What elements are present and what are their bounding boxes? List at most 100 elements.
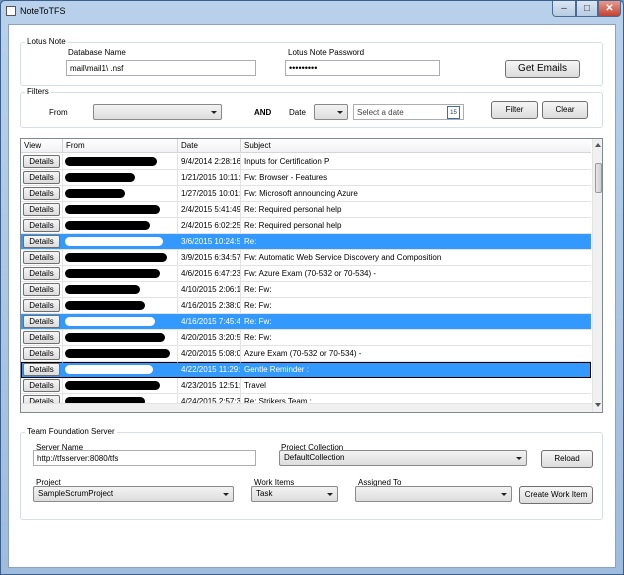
- details-button[interactable]: Details: [23, 219, 60, 232]
- scrollbar-thumb[interactable]: [595, 163, 602, 193]
- details-button[interactable]: Details: [23, 187, 60, 200]
- email-grid[interactable]: View From Date Subject Details 9/4/2014 2…: [20, 138, 603, 413]
- chevron-down-icon: [337, 111, 343, 114]
- details-button[interactable]: Details: [23, 251, 60, 264]
- project-collection-select[interactable]: DefaultCollection: [279, 450, 527, 466]
- table-row[interactable]: Details 4/16/2015 7:45:46 Re: Fw:: [21, 314, 591, 330]
- details-button[interactable]: Details: [23, 235, 60, 248]
- details-button[interactable]: Details: [23, 347, 60, 360]
- vertical-scrollbar[interactable]: [592, 139, 602, 412]
- redacted-sender: [65, 205, 160, 214]
- redacted-subject: [281, 238, 361, 245]
- details-button[interactable]: Details: [23, 155, 60, 168]
- title-bar[interactable]: NoteToTFS – □ ✕: [1, 1, 623, 23]
- filter-button[interactable]: Filter: [491, 101, 538, 119]
- table-row[interactable]: Details 4/22/2015 11:29:3 Gentle Reminder …: [21, 362, 591, 378]
- date-cell: 1/27/2015 10:01:4: [178, 186, 241, 201]
- table-row[interactable]: Details 4/20/2015 3:20:50 Re: Fw:: [21, 330, 591, 346]
- date-cell: 2/4/2015 5:41:49: [178, 202, 241, 217]
- redacted-sender: [65, 157, 157, 166]
- create-work-item-button[interactable]: Create Work Item: [519, 486, 593, 504]
- table-row[interactable]: Details 4/16/2015 2:38:03 Re: Fw:: [21, 298, 591, 314]
- scroll-down-icon[interactable]: [595, 403, 601, 407]
- chevron-down-icon: [516, 457, 522, 460]
- database-name-input[interactable]: mail\mail1\ .nsf: [66, 60, 256, 76]
- redacted-sender: [65, 301, 145, 310]
- subject-text: Fw: Microsoft announcing Azure: [244, 189, 358, 198]
- subject-cell: Fw: Automatic Web Service Discovery and …: [241, 250, 591, 265]
- assigned-to-select[interactable]: [355, 486, 512, 502]
- subject-cell: Fw: Microsoft announcing Azure: [241, 186, 591, 201]
- details-button[interactable]: Details: [23, 171, 60, 184]
- details-button[interactable]: Details: [23, 331, 60, 344]
- window-title: NoteToTFS: [20, 6, 66, 16]
- table-row[interactable]: Details 1/21/2015 10:11:2 Fw: Browser - Fe…: [21, 170, 591, 186]
- clear-button[interactable]: Clear: [542, 101, 588, 119]
- project-select[interactable]: SampleScrumProject: [33, 486, 234, 502]
- subject-text: Re: Required personal help: [244, 205, 342, 214]
- subject-cell: Inputs for Certification P: [241, 154, 591, 169]
- redacted-sender: [65, 237, 163, 246]
- table-row[interactable]: Details 4/10/2015 2:06:14 Re: Fw:: [21, 282, 591, 298]
- close-button[interactable]: ✕: [598, 1, 621, 17]
- details-button[interactable]: Details: [23, 315, 60, 328]
- table-row[interactable]: Details 3/9/2015 6:34:57 Fw: Automatic Web…: [21, 250, 591, 266]
- subject-text: Re: Fw:: [244, 285, 272, 294]
- subject-text: Re: Fw:: [244, 317, 272, 326]
- column-header-date[interactable]: Date: [178, 139, 241, 153]
- view-cell: Details: [21, 266, 63, 281]
- redacted-sender: [65, 173, 135, 182]
- redacted-subject: [301, 302, 371, 309]
- from-cell: [63, 186, 178, 201]
- view-cell: Details: [21, 282, 63, 297]
- scroll-up-icon[interactable]: [595, 143, 601, 147]
- table-row[interactable]: Details 2/4/2015 6:02:25 Re: Required pers…: [21, 218, 591, 234]
- table-row[interactable]: Details 1/27/2015 10:01:4 Fw: Microsoft an…: [21, 186, 591, 202]
- table-row[interactable]: Details 3/6/2015 10:24:54 Re:: [21, 234, 591, 250]
- minimize-button[interactable]: –: [552, 1, 576, 17]
- work-items-select[interactable]: Task: [251, 486, 338, 502]
- from-filter-select[interactable]: [93, 104, 222, 120]
- table-row[interactable]: Details 4/20/2015 5:08:05 Azure Exam (70-5…: [21, 346, 591, 362]
- subject-text: Re: Fw:: [244, 301, 272, 310]
- subject-text: Re: Required personal help: [244, 221, 342, 230]
- table-row[interactable]: Details 9/4/2014 2:28:16 Inputs for Certif…: [21, 154, 591, 170]
- details-button[interactable]: Details: [23, 299, 60, 312]
- view-cell: Details: [21, 186, 63, 201]
- table-row[interactable]: Details 2/4/2015 5:41:49 Re: Required pers…: [21, 202, 591, 218]
- from-cell: [63, 346, 178, 361]
- details-button[interactable]: Details: [23, 379, 60, 392]
- subject-cell: Travel: [241, 378, 591, 393]
- date-operator-select[interactable]: [314, 104, 348, 120]
- redacted-sender: [65, 285, 140, 294]
- details-button[interactable]: Details: [23, 203, 60, 216]
- redacted-sender: [65, 253, 167, 262]
- column-header-subject[interactable]: Subject: [241, 139, 591, 153]
- database-name-label: Database Name: [68, 48, 126, 57]
- and-label: AND: [254, 108, 272, 117]
- maximize-button[interactable]: □: [576, 1, 598, 17]
- redacted-sender: [65, 381, 160, 390]
- get-emails-button[interactable]: Get Emails: [505, 60, 580, 78]
- details-button[interactable]: Details: [23, 283, 60, 296]
- table-row[interactable]: Details 4/23/2015 12:51:0 Travel: [21, 378, 591, 394]
- client-area: Lotus Note Database Name mail\mail1\ .ns…: [8, 24, 616, 568]
- column-header-view[interactable]: View: [21, 139, 63, 153]
- from-cell: [63, 170, 178, 185]
- details-button[interactable]: Details: [23, 363, 60, 376]
- reload-button[interactable]: Reload: [541, 450, 593, 468]
- column-header-from[interactable]: From: [63, 139, 178, 153]
- subject-cell: Re: Required personal help: [241, 218, 591, 233]
- calendar-icon[interactable]: 15: [447, 106, 460, 119]
- redacted-sender: [65, 333, 165, 342]
- project-value: SampleScrumProject: [38, 489, 114, 498]
- lotus-password-input[interactable]: •••••••••: [285, 60, 440, 76]
- view-cell: Details: [21, 154, 63, 169]
- horizontal-scrollbar[interactable]: [21, 403, 592, 412]
- details-button[interactable]: Details: [23, 267, 60, 280]
- view-cell: Details: [21, 346, 63, 361]
- table-row[interactable]: Details 4/6/2015 6:47:23 Fw: Azure Exam (7…: [21, 266, 591, 282]
- from-cell: [63, 282, 178, 297]
- chevron-down-icon: [327, 493, 333, 496]
- server-name-input[interactable]: http://tfsserver:8080/tfs: [33, 450, 256, 466]
